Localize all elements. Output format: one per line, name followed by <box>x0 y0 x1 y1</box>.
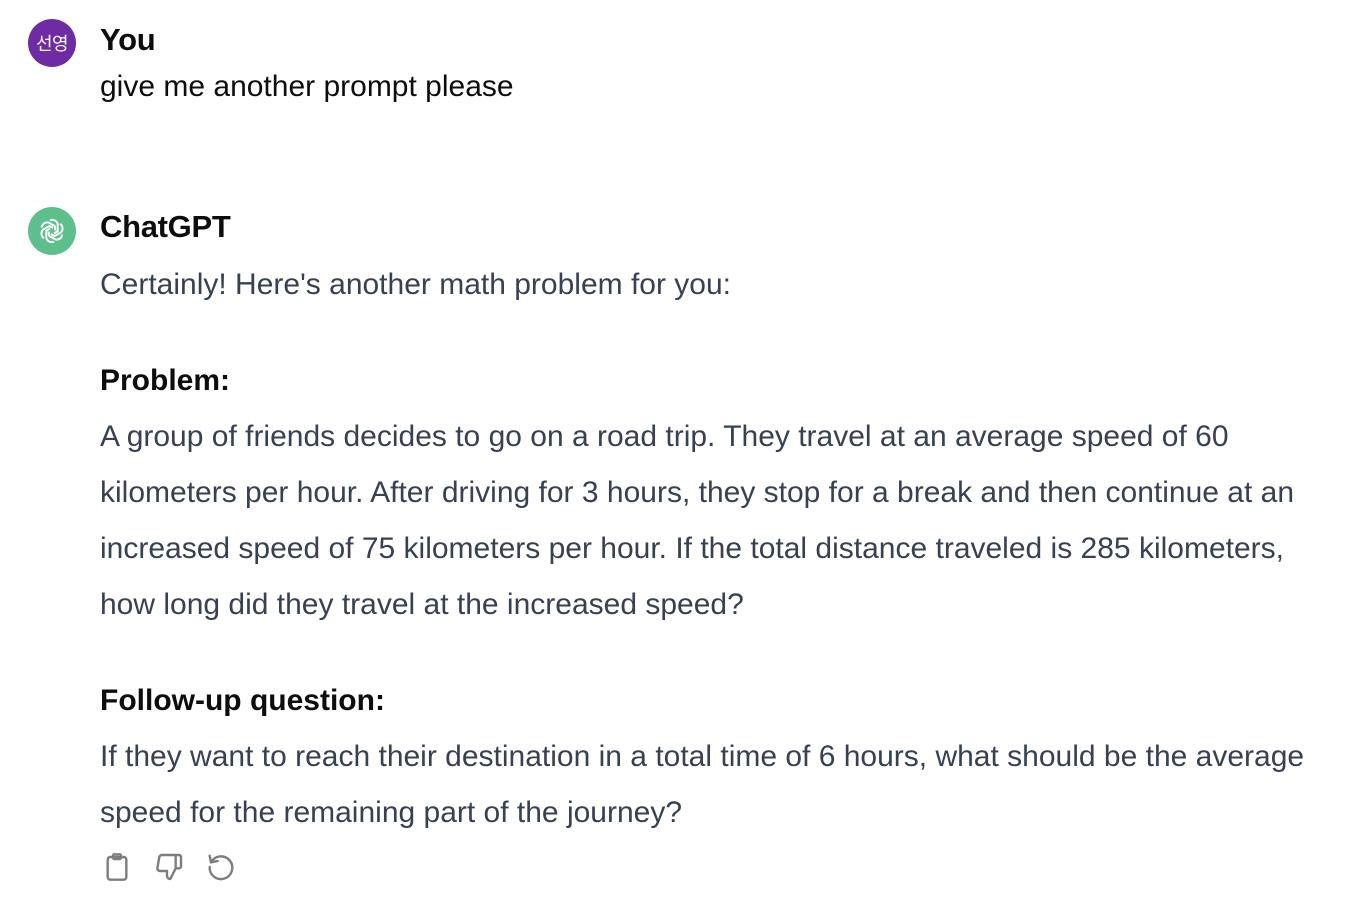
copy-button[interactable] <box>100 850 134 884</box>
user-avatar: 선영 <box>28 19 76 67</box>
problem-text: A group of friends decides to go on a ro… <box>100 420 1295 621</box>
regenerate-icon <box>208 854 234 881</box>
message-actions <box>100 850 238 884</box>
followup-heading: Follow-up question: <box>100 684 385 717</box>
thumbs-down-button[interactable] <box>152 850 186 884</box>
user-message-text: give me another prompt please <box>100 70 514 103</box>
problem-heading: Problem: <box>100 364 231 397</box>
user-author-name: You <box>100 22 156 57</box>
assistant-avatar <box>28 207 76 255</box>
assistant-intro: Certainly! Here's another math problem f… <box>100 268 732 301</box>
user-avatar-text: 선영 <box>35 34 69 55</box>
assistant-message-body: Certainly! Here's another math problem f… <box>100 257 1315 841</box>
thumbs-down-icon <box>156 853 183 881</box>
followup-text: If they want to reach their destination … <box>100 740 1305 829</box>
clipboard-icon <box>106 853 128 881</box>
assistant-author-name: ChatGPT <box>100 209 231 244</box>
regenerate-button[interactable] <box>204 850 238 884</box>
openai-logo-icon <box>40 218 64 244</box>
